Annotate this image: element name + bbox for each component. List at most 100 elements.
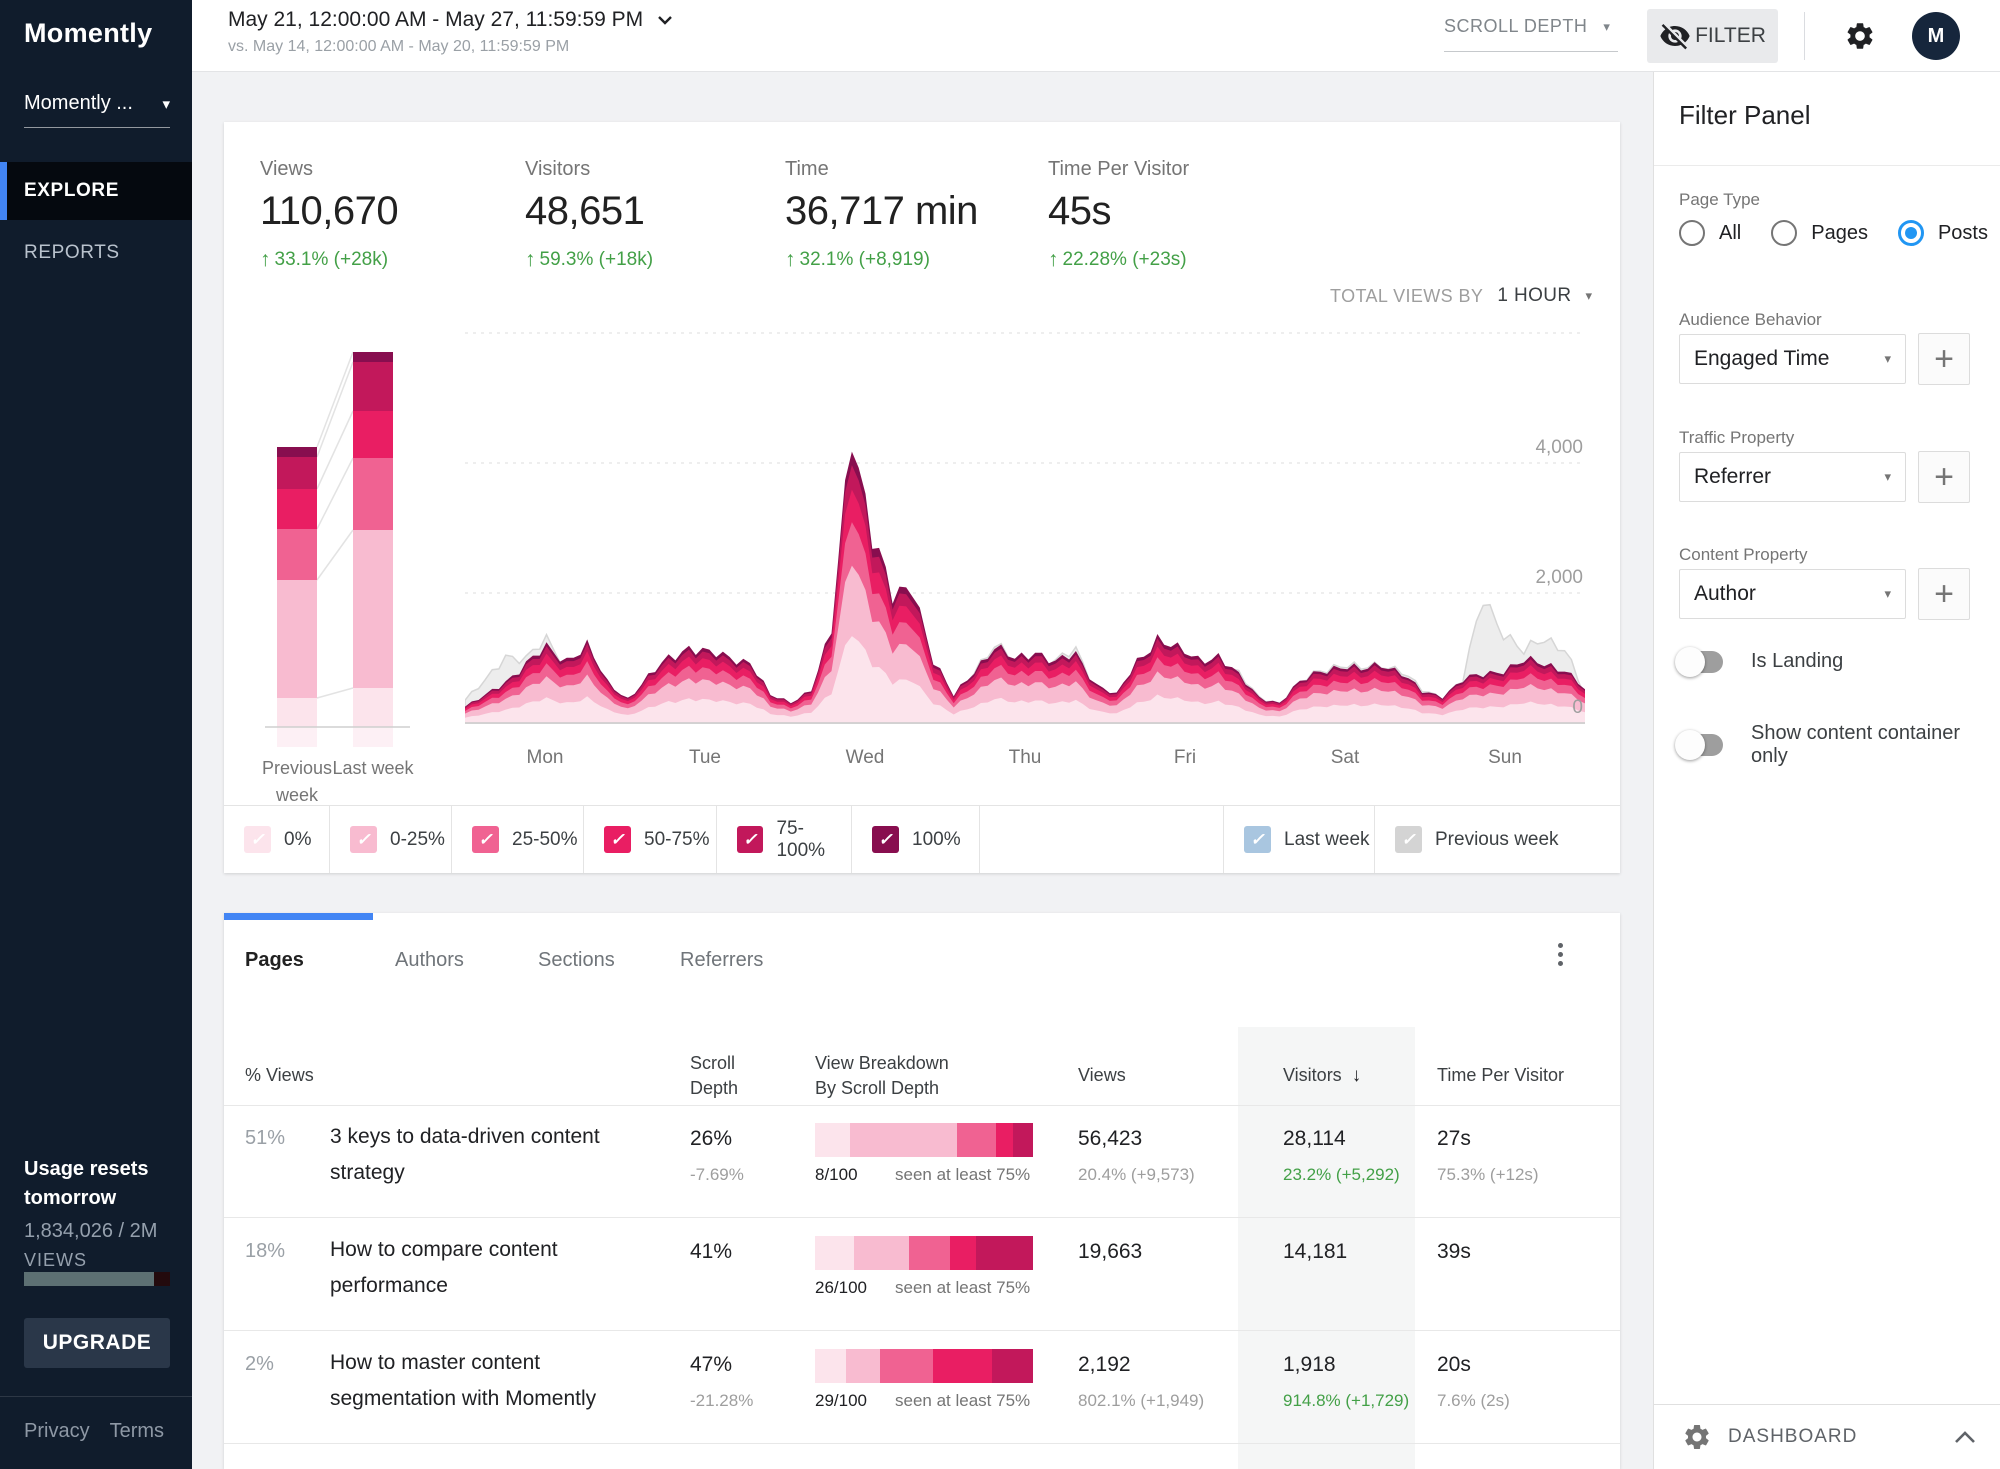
metric-selector-dropdown[interactable]: SCROLL DEPTH ▾ bbox=[1444, 16, 1618, 52]
metric-time-per-visitor[interactable]: Time Per Visitor 45s ↑22.28% (+23s) bbox=[1048, 158, 1189, 272]
overview-card: Views 110,670 ↑33.1% (+28k) Visitors 48,… bbox=[224, 122, 1620, 873]
radio-pages[interactable] bbox=[1771, 220, 1797, 246]
cell-scroll-depth: 47% bbox=[690, 1353, 732, 1377]
plus-icon: + bbox=[1934, 340, 1954, 379]
sidebar-item-reports[interactable]: REPORTS bbox=[0, 224, 192, 282]
legend-checkbox-100pct[interactable]: ✓ 100% bbox=[852, 806, 980, 873]
column-header-view-breakdown[interactable]: View Breakdown By Scroll Depth bbox=[815, 1051, 965, 1101]
tab-sections[interactable]: Sections bbox=[538, 949, 615, 972]
privacy-link[interactable]: Privacy bbox=[24, 1420, 90, 1443]
add-audience-filter-button[interactable]: + bbox=[1918, 333, 1970, 385]
sidebar-item-explore[interactable]: EXPLORE bbox=[0, 162, 192, 220]
site-selector-value: Momently ... bbox=[24, 92, 133, 115]
filter-button-label: FILTER bbox=[1695, 24, 1766, 48]
radio-posts-selected[interactable] bbox=[1898, 220, 1924, 246]
table-row[interactable]: 18% How to compare content performance 4… bbox=[224, 1218, 1620, 1331]
x-axis-tick: Thu bbox=[945, 747, 1105, 769]
table-row[interactable]: 51% 3 keys to data-driven content strate… bbox=[224, 1105, 1620, 1218]
column-header-scroll-depth[interactable]: Scroll Depth bbox=[690, 1051, 762, 1101]
radio-label-posts[interactable]: Posts bbox=[1938, 222, 1988, 245]
date-range-selector[interactable]: May 21, 12:00:00 AM - May 27, 11:59:59 P… bbox=[228, 8, 673, 56]
breakdown-segment bbox=[880, 1349, 932, 1383]
total-views-by-label: TOTAL VIEWS BY bbox=[1330, 286, 1483, 307]
legend-checkbox-0pct[interactable]: ✓ 0% bbox=[224, 806, 330, 873]
interval-dropdown[interactable]: TOTAL VIEWS BY 1 HOUR ▾ bbox=[1330, 285, 1592, 307]
more-options-kebab-icon[interactable] bbox=[1550, 943, 1570, 977]
is-landing-toggle-row: Is Landing bbox=[1679, 650, 1843, 673]
cell-pct-views: 51% bbox=[245, 1127, 285, 1150]
breakdown-segment bbox=[854, 1236, 909, 1270]
metric-value: 45s bbox=[1048, 189, 1189, 234]
cell-time-per-visitor: 39s bbox=[1437, 1240, 1471, 1264]
y-axis-tick: 0 bbox=[1503, 697, 1583, 719]
radio-label-pages[interactable]: Pages bbox=[1811, 222, 1868, 245]
filter-button[interactable]: FILTER bbox=[1647, 9, 1778, 63]
sidebar-divider bbox=[0, 1396, 192, 1397]
upgrade-button[interactable]: UPGRADE bbox=[24, 1318, 170, 1368]
check-icon: ✓ bbox=[1250, 830, 1264, 850]
legend-label: 100% bbox=[912, 829, 961, 851]
arrow-up-icon: ↑ bbox=[260, 248, 271, 272]
column-header-views[interactable]: Views bbox=[1078, 1063, 1126, 1088]
column-header-pct-views[interactable]: % Views bbox=[245, 1063, 314, 1088]
cell-visitors-delta: 23.2% (+5,292) bbox=[1283, 1165, 1400, 1185]
content-property-select[interactable]: Author ▾ bbox=[1679, 569, 1906, 619]
topbar-divider bbox=[1804, 12, 1805, 60]
legend-checkbox-0-25pct[interactable]: ✓ 0-25% bbox=[330, 806, 452, 873]
cell-page-title[interactable]: How to compare content performance bbox=[330, 1232, 640, 1304]
compare-range-text: vs. May 14, 12:00:00 AM - May 20, 11:59:… bbox=[228, 38, 673, 56]
avatar[interactable]: M bbox=[1912, 12, 1960, 60]
tab-pages[interactable]: Pages bbox=[245, 949, 304, 972]
check-icon: ✓ bbox=[478, 830, 492, 850]
cell-page-title[interactable]: 3 keys to data-driven content strategy bbox=[330, 1119, 640, 1191]
column-header-time-per-visitor[interactable]: Time Per Visitor bbox=[1437, 1063, 1564, 1088]
legend-row: ✓ 0% ✓ 0-25% ✓ 25-50% ✓ 50-75% ✓ 75-100%… bbox=[224, 805, 1620, 873]
legend-checkbox-75-100pct[interactable]: ✓ 75-100% bbox=[717, 806, 852, 873]
page-type-label: Page Type bbox=[1679, 190, 1760, 210]
add-content-filter-button[interactable]: + bbox=[1918, 568, 1970, 620]
tab-authors[interactable]: Authors bbox=[395, 949, 464, 972]
legend-checkbox-previous-week[interactable]: ✓ Previous week bbox=[1375, 806, 1620, 873]
show-content-container-toggle[interactable] bbox=[1679, 734, 1723, 756]
settings-gear-icon[interactable] bbox=[1844, 20, 1876, 52]
traffic-property-value: Referrer bbox=[1694, 465, 1771, 489]
chevron-down-icon: ▾ bbox=[1586, 288, 1593, 304]
settings-gear-icon bbox=[1682, 1422, 1712, 1452]
cell-scroll-depth: 26% bbox=[690, 1127, 732, 1151]
cell-visitors: 1,918 bbox=[1283, 1353, 1336, 1377]
audience-behavior-select[interactable]: Engaged Time ▾ bbox=[1679, 334, 1906, 384]
sort-descending-icon: ↓ bbox=[1352, 1065, 1362, 1086]
dashboard-bar[interactable]: DASHBOARD bbox=[1654, 1404, 2000, 1469]
cell-page-title[interactable]: How to master content segmentation with … bbox=[330, 1345, 640, 1417]
show-content-container-label: Show content container only bbox=[1751, 722, 2000, 768]
table-row[interactable]: 2% How to master content segmentation wi… bbox=[224, 1331, 1620, 1444]
eye-off-icon bbox=[1659, 20, 1691, 52]
radio-label-all[interactable]: All bbox=[1719, 222, 1741, 245]
legend-checkbox-25-50pct[interactable]: ✓ 25-50% bbox=[452, 806, 584, 873]
scroll-depth-breakdown-bar bbox=[815, 1123, 1033, 1157]
radio-all[interactable] bbox=[1679, 220, 1705, 246]
cell-views: 2,192 bbox=[1078, 1353, 1131, 1377]
add-traffic-filter-button[interactable]: + bbox=[1918, 451, 1970, 503]
content-property-label: Content Property bbox=[1679, 545, 1808, 565]
site-selector[interactable]: Momently ... ▾ bbox=[24, 92, 170, 128]
checkbox-icon: ✓ bbox=[472, 826, 499, 853]
tab-referrers[interactable]: Referrers bbox=[680, 949, 763, 972]
legend-spacer bbox=[980, 806, 1224, 873]
legend-checkbox-50-75pct[interactable]: ✓ 50-75% bbox=[584, 806, 717, 873]
terms-link[interactable]: Terms bbox=[110, 1420, 164, 1443]
toggle-knob bbox=[1675, 647, 1705, 677]
metric-label: Time Per Visitor bbox=[1048, 158, 1189, 181]
traffic-property-select[interactable]: Referrer ▾ bbox=[1679, 452, 1906, 502]
column-header-visitors[interactable]: Visitors↓ bbox=[1283, 1063, 1361, 1088]
chevron-down-icon: ▾ bbox=[1884, 469, 1891, 485]
is-landing-toggle[interactable] bbox=[1679, 651, 1723, 673]
cell-time-per-visitor: 20s bbox=[1437, 1353, 1471, 1377]
metric-visitors[interactable]: Visitors 48,651 ↑59.3% (+18k) bbox=[525, 158, 653, 272]
metric-time[interactable]: Time 36,717 min ↑32.1% (+8,919) bbox=[785, 158, 978, 272]
metric-value: 110,670 bbox=[260, 189, 398, 234]
legend-checkbox-last-week[interactable]: ✓ Last week bbox=[1224, 806, 1375, 873]
metric-views[interactable]: Views 110,670 ↑33.1% (+28k) bbox=[260, 158, 398, 272]
interval-value: 1 HOUR bbox=[1497, 285, 1571, 307]
week-comparison-bar-chart bbox=[250, 325, 470, 755]
